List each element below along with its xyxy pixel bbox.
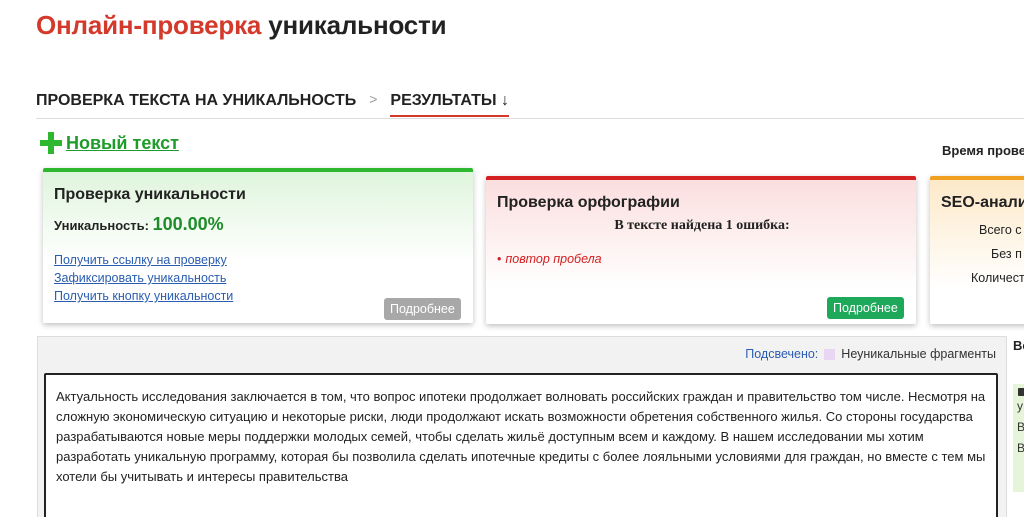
uniqueness-card: Проверка уникальности Уникальность: 100.… <box>43 168 473 323</box>
spelling-card-title: Проверка орфографии <box>497 194 680 211</box>
get-check-link[interactable]: Получить ссылку на проверку <box>54 251 454 269</box>
plus-icon <box>40 132 62 154</box>
check-time-label: Время прове <box>942 143 1024 158</box>
checked-text-area[interactable]: Актуальность исследования заключается в … <box>44 373 998 517</box>
uniqueness-value: 100.00% <box>152 214 224 234</box>
breadcrumb-separator-icon: > <box>369 91 378 107</box>
spelling-error-item: • повтор пробела <box>497 252 907 266</box>
uniqueness-label: Уникальность: <box>54 218 149 233</box>
side-line-3: В <box>1017 441 1024 455</box>
spelling-error-text: повтор пробела <box>505 252 602 266</box>
legend-label: Подсвечено: <box>745 347 819 361</box>
lock-icon <box>1018 388 1024 396</box>
uniqueness-card-title: Проверка уникальности <box>54 186 246 203</box>
legend-text: Неуникальные фрагменты <box>841 347 996 361</box>
seo-line-total: Всего с <box>979 223 1022 237</box>
text-result-panel: Подсвечено: Неуникальные фрагменты Актуа… <box>37 336 1007 517</box>
spelling-card: Проверка орфографии В тексте найдена 1 о… <box>486 176 916 324</box>
page-title-dark: уникальности <box>268 10 447 40</box>
bullet-icon: • <box>497 252 502 266</box>
uniqueness-more-button[interactable]: Подробнее <box>384 298 461 320</box>
fix-uniqueness-link[interactable]: Зафиксировать уникальность <box>54 269 454 287</box>
new-text-button[interactable]: Новый текст <box>40 132 179 154</box>
seo-line-without: Без п <box>991 247 1022 261</box>
header-divider <box>36 118 1024 119</box>
breadcrumb: ПРОВЕРКА ТЕКСТА НА УНИКАЛЬНОСТЬ > РЕЗУЛЬ… <box>36 91 510 120</box>
breadcrumb-step-check[interactable]: ПРОВЕРКА ТЕКСТА НА УНИКАЛЬНОСТЬ <box>36 92 356 110</box>
seo-card: SEO-анали Всего с Без п Количест <box>930 176 1024 324</box>
new-text-label: Новый текст <box>66 132 179 153</box>
page-title: Онлайн-проверка уникальности <box>36 10 447 41</box>
side-panel-strip: у В В <box>1013 384 1024 492</box>
seo-card-title: SEO-анали <box>941 194 1024 211</box>
legend-swatch <box>824 348 836 360</box>
spelling-summary: В тексте найдена 1 ошибка: <box>614 218 790 233</box>
spelling-more-button[interactable]: Подробнее <box>827 297 904 319</box>
page-title-red: Онлайн-проверка <box>36 10 262 40</box>
seo-line-count: Количест <box>971 271 1024 285</box>
side-panel-title: Ве <box>1013 338 1024 353</box>
uniqueness-result: Уникальность: 100.00% <box>54 214 454 235</box>
highlight-legend: Подсвечено: Неуникальные фрагменты <box>745 347 996 361</box>
side-line-1: у <box>1017 399 1023 413</box>
breadcrumb-step-results[interactable]: РЕЗУЛЬТАТЫ ↓ <box>390 92 510 117</box>
side-line-2: В <box>1017 420 1024 434</box>
